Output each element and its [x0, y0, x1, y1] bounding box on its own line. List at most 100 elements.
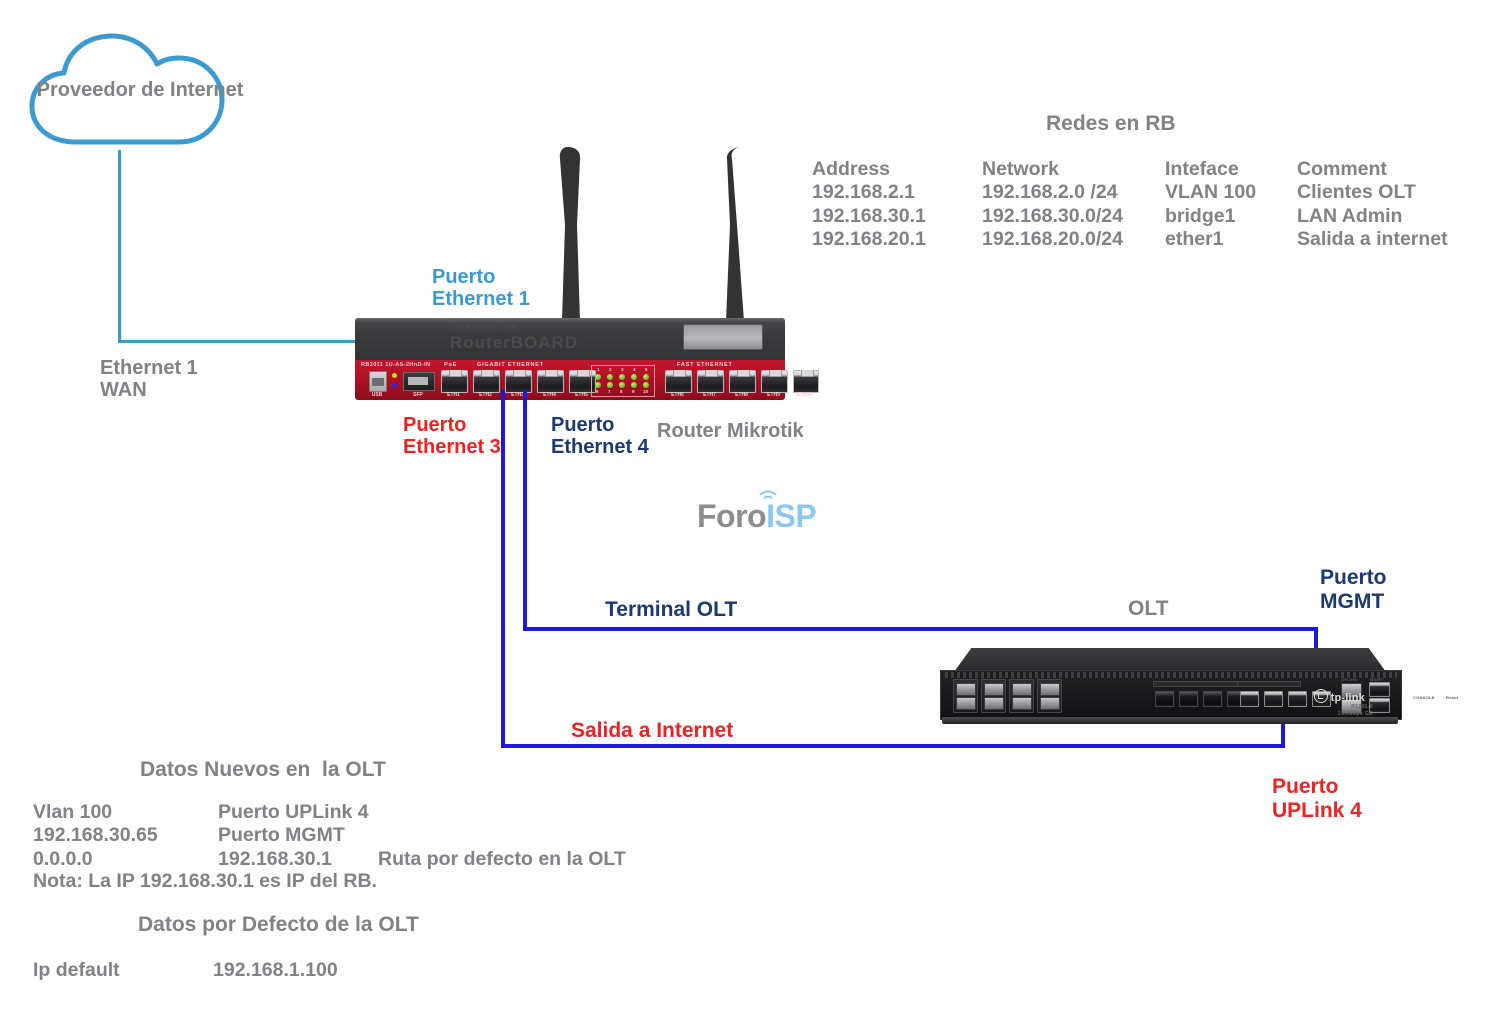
port-eth2[interactable]	[473, 370, 500, 393]
port-eth8[interactable]	[729, 370, 756, 393]
port-eth6-label: ETH6	[671, 392, 684, 398]
port-eth9-label: ETH9	[767, 392, 780, 398]
cell-new-uplink: Puerto UPLink 4	[218, 801, 369, 823]
cell-new-vlan: Vlan 100	[33, 801, 113, 823]
port-eth3[interactable]	[505, 370, 532, 393]
table-row: 192.168.20.1 192.168.20.0/24 ether1 Sali…	[812, 228, 1477, 251]
label-terminal-olt: Terminal OLT	[605, 598, 738, 621]
olt-label-mgmt: MGMT	[1370, 677, 1384, 682]
cell-new-default-route: 0.0.0.0	[33, 847, 93, 870]
cable-eth4-horizontal	[523, 627, 1318, 631]
port-group-label-bar-right	[1237, 681, 1301, 687]
router-lcd-screen	[683, 324, 763, 350]
cell-new-ip: 192.168.30.65	[33, 824, 158, 847]
networks-table-header-row: Address Network Inteface Comment	[812, 158, 1477, 181]
table-row: 192.168.2.1 192.168.2.0 /24 VLAN 100 Cli…	[812, 181, 1477, 204]
mikrotik-router-device: MIKROTIK TM RouterBOARD RB2011 1U-AS-2Hn…	[355, 318, 819, 400]
olt-port-left-1[interactable]	[1155, 691, 1174, 707]
pon-module-3[interactable]	[1009, 679, 1034, 713]
router-front-panel: RB2011 1U-AS-2HnD-IN USB SFP PoE GIGABIT…	[355, 360, 819, 400]
cell-address-3: 192.168.20.1	[812, 228, 926, 251]
cell-new-gateway: 192.168.30.1	[218, 847, 332, 870]
internet-provider-cloud: Proveedor de Internet	[20, 30, 260, 160]
label-ethernet1-wan: Ethernet 1 WAN	[100, 357, 198, 402]
led-status-grid: 1 2 3 4 5 6 7 8 9 10	[591, 365, 655, 397]
router-model-text: RB2011 1U-AS-2HnD-IN	[361, 362, 431, 368]
olt-top-shell	[954, 648, 1386, 672]
port-eth1[interactable]	[441, 370, 468, 393]
cell-default-ip: 192.168.1.100	[213, 959, 338, 981]
sfp-label: SFP	[413, 392, 423, 398]
olt-uplink-port-3[interactable]	[1288, 691, 1307, 707]
led-num-4: 4	[633, 367, 636, 372]
olt-uplink-port-2[interactable]	[1264, 691, 1283, 707]
cell-network-1: 192.168.2.0 /24	[982, 181, 1118, 204]
olt-model-text: P1201-8	[1351, 704, 1373, 710]
sfp-port[interactable]	[403, 372, 435, 391]
olt-port-left-3[interactable]	[1203, 691, 1222, 707]
cell-interface-1: VLAN 100	[1165, 181, 1257, 204]
port-eth7[interactable]	[697, 370, 724, 393]
pon-module-2[interactable]	[981, 679, 1006, 713]
olt-new-data-table: Vlan 100 Puerto UPLink 4 192.168.30.65 P…	[33, 801, 626, 871]
port-eth6[interactable]	[665, 370, 692, 393]
network-diagram-canvas: Proveedor de Internet Ethernet 1 WAN Pue…	[0, 0, 1500, 1031]
cell-address-1: 192.168.2.1	[812, 181, 916, 204]
cell-interface-2: bridge1	[1165, 204, 1236, 227]
watermark-isp: ISP	[766, 498, 817, 534]
olt-uplink-port-1[interactable]	[1240, 691, 1259, 707]
cloud-label: Proveedor de Internet	[36, 79, 244, 101]
cell-network-2: 192.168.30.0/24	[982, 204, 1123, 227]
port-eth4[interactable]	[537, 370, 564, 393]
olt-device: UPLINK MGMT CONSOLE Reset tp-link P1201-…	[940, 648, 1458, 726]
header-network: Network	[982, 158, 1059, 180]
cell-comment-2: LAN Admin	[1297, 204, 1403, 227]
cell-comment-3: Salida a internet	[1297, 228, 1448, 251]
port-eth4-label: ETH4	[543, 392, 556, 398]
olt-default-data-table: Ip default 192.168.1.100	[33, 959, 338, 982]
port-eth2-label: ETH2	[479, 392, 492, 398]
cell-new-route-comment: Ruta por defecto en la OLT	[378, 847, 626, 870]
led-num-9: 9	[632, 389, 635, 394]
fast-section-label: FAST ETHERNET	[677, 362, 733, 368]
poe-section-label: PoE	[444, 362, 458, 368]
usb-port[interactable]	[369, 371, 387, 392]
table-row: 192.168.30.65 Puerto MGMT	[33, 824, 626, 847]
tplink-brand-text: tp-link	[1330, 692, 1365, 704]
table-row: 192.168.30.1 192.168.30.0/24 bridge1 LAN…	[812, 205, 1477, 228]
port-eth9[interactable]	[761, 370, 788, 393]
table-row: Vlan 100 Puerto UPLink 4	[33, 801, 626, 824]
led-num-1: 1	[597, 367, 600, 372]
olt-label-console: CONSOLE	[1413, 695, 1435, 700]
networks-table-title: Redes en RB	[1046, 112, 1176, 135]
led-num-7: 7	[608, 389, 611, 394]
header-comment: Comment	[1297, 158, 1387, 180]
cable-eth4-vertical	[523, 390, 527, 631]
label-puerto-ethernet-1: Puerto Ethernet 1	[432, 266, 530, 311]
label-puerto-mgmt: Puerto MGMT	[1320, 566, 1387, 613]
gigabit-section-label: GIGABIT ETHERNET	[477, 362, 544, 368]
router-top-shell: MIKROTIK TM RouterBOARD	[355, 318, 785, 360]
usb-label: USB	[371, 392, 383, 398]
networks-table: Address Network Inteface Comment 192.168…	[812, 158, 1477, 252]
wifi-antenna-icon	[759, 490, 777, 499]
olt-front-panel: UPLINK MGMT CONSOLE Reset tp-link P1201-…	[940, 670, 1458, 720]
header-inteface: Inteface	[1165, 158, 1239, 180]
cell-interface-3: ether1	[1165, 228, 1224, 251]
cable-eth3-vertical	[501, 390, 505, 748]
pon-module-1[interactable]	[953, 679, 978, 713]
label-olt: OLT	[1128, 597, 1169, 620]
label-router-mikrotik: Router Mikrotik	[657, 420, 804, 442]
cell-comment-1: Clientes OLT	[1297, 181, 1416, 204]
foroisp-watermark: ForoISP	[697, 490, 817, 535]
table-row: Ip default 192.168.1.100	[33, 959, 338, 982]
olt-new-data-title: Datos Nuevos en la OLT	[140, 758, 386, 781]
cell-default-label: Ip default	[33, 959, 120, 981]
olt-port-left-2[interactable]	[1179, 691, 1198, 707]
cell-address-2: 192.168.30.1	[812, 204, 926, 227]
olt-mgmt-port-top[interactable]	[1369, 682, 1390, 697]
led-num-2: 2	[609, 367, 612, 372]
port-eth10[interactable]	[793, 370, 819, 393]
led-num-8: 8	[620, 389, 623, 394]
pon-module-4[interactable]	[1037, 679, 1062, 713]
